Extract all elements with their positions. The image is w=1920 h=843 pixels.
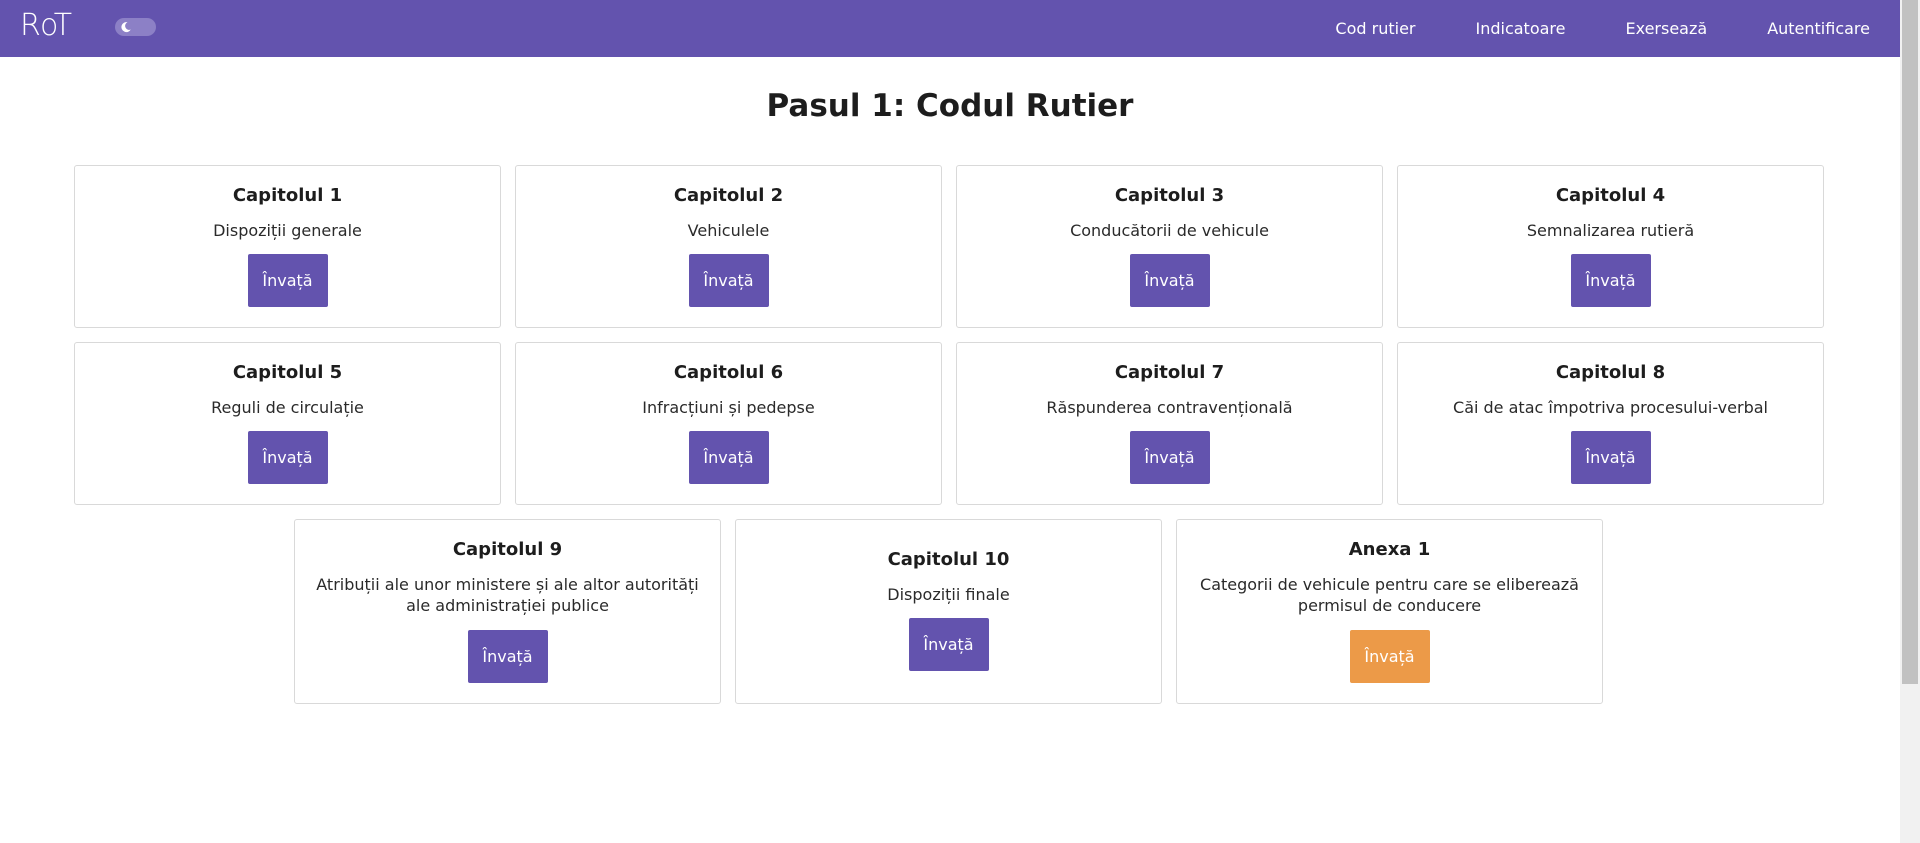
scrollbar-thumb[interactable]: [1902, 0, 1918, 684]
chapter-card: Capitolul 5 Reguli de circulație Învață: [74, 342, 501, 505]
chapter-card: Capitolul 6 Infracțiuni și pedepse Învaț…: [515, 342, 942, 505]
card-text: Răspunderea contravențională: [1046, 398, 1293, 417]
card-text: Căi de atac împotriva procesului-verbal: [1453, 398, 1768, 417]
moon-icon: [116, 19, 135, 35]
card-title: Capitolul 5: [232, 362, 343, 383]
annex-card: Anexa 1 Categorii de vehicule pentru car…: [1176, 519, 1603, 704]
learn-button[interactable]: Învață: [1349, 630, 1430, 683]
learn-button[interactable]: Învață: [908, 618, 989, 671]
learn-button[interactable]: Învață: [1570, 254, 1651, 307]
card-title: Capitolul 2: [673, 185, 784, 206]
chapter-card: Capitolul 9 Atribuții ale unor ministere…: [294, 519, 721, 704]
chapter-card: Capitolul 7 Răspunderea contravențională…: [956, 342, 1383, 505]
card-title: Capitolul 7: [1114, 362, 1225, 383]
nav-link-autentificare[interactable]: Autentificare: [1767, 19, 1870, 38]
card-text: Vehiculele: [687, 221, 770, 240]
nav-link-indicatoare[interactable]: Indicatoare: [1475, 19, 1565, 38]
learn-button[interactable]: Învață: [1570, 431, 1651, 484]
learn-button[interactable]: Învață: [1129, 254, 1210, 307]
top-navbar: RoT Cod rutier Indicatoare Exersează Aut…: [0, 0, 1900, 57]
chapter-card: Capitolul 8 Căi de atac împotriva proces…: [1397, 342, 1824, 505]
card-text: Semnalizarea rutieră: [1526, 221, 1695, 240]
page-scrollbar[interactable]: [1900, 0, 1920, 843]
chapter-card: Capitolul 3 Conducătorii de vehicule Înv…: [956, 165, 1383, 328]
card-text: Atribuții ale unor ministere și ale alto…: [316, 575, 699, 615]
card-text: Infracțiuni și pedepse: [642, 398, 815, 417]
learn-button[interactable]: Învață: [247, 254, 328, 307]
theme-toggle[interactable]: [115, 18, 156, 36]
nav-link-exerseaza[interactable]: Exersează: [1625, 19, 1707, 38]
chapter-card: Capitolul 1 Dispoziții generale Învață: [74, 165, 501, 328]
card-title: Capitolul 10: [887, 549, 1010, 570]
brand-logo[interactable]: RoT: [20, 8, 73, 43]
card-text: Reguli de circulație: [211, 398, 364, 417]
chapter-card: Capitolul 4 Semnalizarea rutieră Învață: [1397, 165, 1824, 328]
card-title: Capitolul 3: [1114, 185, 1225, 206]
learn-button[interactable]: Învață: [1129, 431, 1210, 484]
card-text: Dispoziții generale: [213, 221, 362, 240]
card-text: Categorii de vehicule pentru care se eli…: [1200, 575, 1579, 615]
nav-link-cod-rutier[interactable]: Cod rutier: [1335, 19, 1415, 38]
card-title: Capitolul 9: [452, 539, 563, 560]
chapter-card: Capitolul 2 Vehiculele Învață: [515, 165, 942, 328]
chapter-card: Capitolul 10 Dispoziții finale Învață: [735, 519, 1162, 704]
page-title: Pasul 1: Codul Rutier: [766, 88, 1134, 124]
card-title: Capitolul 4: [1555, 185, 1666, 206]
card-text: Conducătorii de vehicule: [1070, 221, 1269, 240]
learn-button[interactable]: Învață: [688, 431, 769, 484]
learn-button[interactable]: Învață: [688, 254, 769, 307]
learn-button[interactable]: Învață: [247, 431, 328, 484]
card-title: Capitolul 6: [673, 362, 784, 383]
card-title: Capitolul 1: [232, 185, 343, 206]
nav-links: Cod rutier Indicatoare Exersează Autenti…: [1275, 0, 1870, 57]
learn-button[interactable]: Învață: [467, 630, 548, 683]
card-text: Dispoziții finale: [887, 585, 1010, 604]
card-title: Capitolul 8: [1555, 362, 1666, 383]
card-title: Anexa 1: [1348, 539, 1431, 560]
